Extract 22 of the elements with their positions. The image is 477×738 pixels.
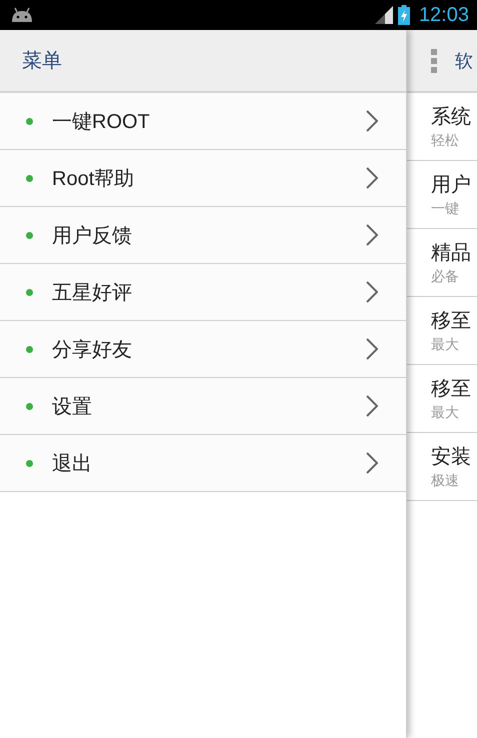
item-title[interactable]: 移至 bbox=[431, 375, 477, 402]
menu-item[interactable]: 分享好友 bbox=[0, 321, 406, 378]
item-subtitle: 最大 bbox=[431, 404, 460, 422]
menu-item[interactable]: 退出 bbox=[0, 435, 406, 492]
drawer-title: 菜单 bbox=[22, 47, 62, 74]
item-subtitle: 轻松 bbox=[431, 132, 460, 150]
item-title[interactable]: 用户 bbox=[431, 171, 477, 198]
item-subtitle: 一键 bbox=[431, 200, 460, 218]
app-title: 软 bbox=[455, 50, 473, 72]
clock-time: 12:03 bbox=[418, 4, 469, 26]
item-subtitle: 极速 bbox=[431, 472, 460, 490]
item-title[interactable]: 系统 bbox=[431, 103, 477, 130]
item-title[interactable]: 移至 bbox=[431, 307, 477, 334]
item-title[interactable]: 精品 bbox=[431, 239, 477, 266]
menu-item[interactable]: 五星好评 bbox=[0, 264, 406, 321]
menu-item[interactable]: 设置 bbox=[0, 378, 406, 435]
menu-item[interactable]: 用户反馈 bbox=[0, 207, 406, 264]
item-subtitle: 最大 bbox=[431, 336, 460, 354]
menu-item[interactable]: 一键ROOT bbox=[0, 93, 406, 150]
item-title[interactable]: 安装 bbox=[431, 443, 477, 470]
menu-item[interactable]: Root帮助 bbox=[0, 150, 406, 207]
item-subtitle: 必备 bbox=[431, 268, 460, 286]
